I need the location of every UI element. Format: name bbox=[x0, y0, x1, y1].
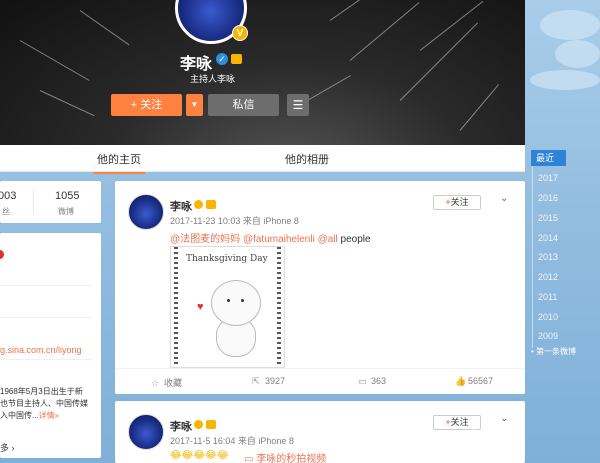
post-text-tail: people bbox=[340, 234, 371, 245]
cloud bbox=[540, 10, 600, 40]
bun-head bbox=[211, 280, 261, 326]
post-text: @法图麦的妈妈 @fatumaihelenli @all people bbox=[170, 230, 371, 245]
bun-eye bbox=[241, 299, 244, 302]
watermark: 新闻 bbox=[466, 426, 525, 457]
verified-icon bbox=[194, 200, 203, 209]
post-author[interactable]: 李咏 bbox=[170, 418, 192, 434]
follow-button[interactable]: + 关注 bbox=[111, 94, 182, 116]
divider bbox=[0, 317, 92, 318]
image-border bbox=[174, 247, 178, 367]
profile-description: 主持人李咏 bbox=[190, 74, 236, 84]
collect-button[interactable]: ☆ 收藏 bbox=[151, 376, 182, 389]
info-more-link[interactable]: 多 › bbox=[0, 441, 15, 454]
timeline-year[interactable]: 2013 bbox=[538, 252, 558, 262]
bun-eye bbox=[227, 299, 230, 302]
profile-cover: V 李咏 ✓ 主持人李咏 + 关注 ▼ 私信 ☰ bbox=[0, 0, 525, 145]
timeline-year[interactable]: 2016 bbox=[538, 193, 558, 203]
stat-divider bbox=[33, 190, 34, 214]
stat-posts-label: 微博 bbox=[58, 207, 74, 216]
stat-followers-label: 丝 bbox=[2, 207, 10, 216]
chevron-down-icon[interactable]: ⌄ bbox=[500, 193, 508, 204]
image-caption: Thanksgiving Day bbox=[186, 254, 268, 264]
post-emoji: 😂😂😂😂😂 bbox=[170, 450, 229, 461]
comment-icon: ▭ bbox=[358, 376, 367, 386]
follow-dropdown-button[interactable]: ▼ bbox=[186, 94, 203, 116]
video-link[interactable]: ▭ 李咏的秒拍视频 bbox=[244, 450, 326, 463]
post-author[interactable]: 李咏 bbox=[170, 198, 192, 214]
profile-name: 李咏 bbox=[180, 56, 213, 73]
comment-button[interactable]: ▭ 363 bbox=[358, 376, 386, 387]
mention-link[interactable]: @all bbox=[318, 234, 338, 245]
timeline-current[interactable]: 最近 bbox=[531, 150, 566, 166]
stat-followers-count[interactable]: 003 bbox=[0, 190, 16, 202]
profile-avatar[interactable]: V bbox=[175, 0, 248, 44]
verified-icon bbox=[194, 420, 203, 429]
heart-icon: ♥ bbox=[197, 301, 204, 313]
location-dot-icon bbox=[0, 250, 4, 259]
member-crown-icon bbox=[206, 420, 216, 429]
forward-count: 3927 bbox=[265, 376, 286, 386]
profile-tab-bar: 他的主页 他的相册 bbox=[0, 145, 525, 174]
bio-more-link[interactable]: 详情» bbox=[39, 411, 59, 420]
forward-button[interactable]: ⇱ 3927 bbox=[252, 376, 285, 387]
post-meta[interactable]: 2017-11-23 10:03 来自 iPhone 8 bbox=[170, 214, 299, 227]
star-icon: ☆ bbox=[151, 378, 160, 388]
more-menu-icon[interactable]: ☰ bbox=[287, 94, 309, 116]
like-button[interactable]: 👍 56567 bbox=[455, 376, 493, 387]
blog-link[interactable]: g.sina.com.cn/liyong bbox=[0, 345, 82, 355]
timeline-year[interactable]: 2015 bbox=[538, 213, 558, 223]
tab-album[interactable]: 他的相册 bbox=[285, 151, 329, 167]
post-card: 李咏 2017-11-23 10:03 来自 iPhone 8 +关注 ⌄ @法… bbox=[115, 181, 525, 394]
collect-label: 收藏 bbox=[164, 378, 183, 388]
image-border bbox=[277, 247, 281, 367]
comment-count: 363 bbox=[371, 376, 387, 386]
divider bbox=[0, 285, 92, 286]
cloud bbox=[530, 70, 600, 90]
like-count: 56567 bbox=[468, 376, 494, 386]
author-avatar[interactable] bbox=[128, 414, 164, 450]
member-crown-icon bbox=[206, 200, 216, 209]
post-follow-button[interactable]: +关注 bbox=[433, 195, 481, 210]
verified-blue-icon: ✓ bbox=[216, 53, 228, 65]
author-avatar[interactable] bbox=[128, 194, 164, 230]
mention-link[interactable]: @fatumaihelenli bbox=[243, 234, 315, 245]
timeline-year[interactable]: 2011 bbox=[538, 292, 557, 302]
bio-line: 入中国传... bbox=[0, 411, 39, 420]
post-follow-label: 关注 bbox=[450, 197, 469, 207]
verified-badge-icon: V bbox=[232, 25, 248, 41]
stat-posts-count[interactable]: 1055 bbox=[55, 190, 79, 202]
stats-card: 003 丝 1055 微博 bbox=[0, 181, 101, 223]
bio-line: 也节目主持人、中国传媒 bbox=[0, 399, 88, 408]
divider bbox=[0, 359, 92, 360]
member-crown-icon bbox=[231, 54, 242, 64]
timeline-line bbox=[532, 166, 533, 348]
message-button[interactable]: 私信 bbox=[208, 94, 279, 116]
post-meta[interactable]: 2017-11-5 16:04 来自 iPhone 8 bbox=[170, 434, 294, 447]
timeline-year[interactable]: 2009 bbox=[538, 331, 558, 341]
post-actions: ☆ 收藏 ⇱ 3927 ▭ 363 👍 56567 bbox=[115, 368, 525, 394]
thumbs-up-icon: 👍 bbox=[455, 376, 467, 386]
forward-icon: ⇱ bbox=[252, 376, 260, 386]
tab-home[interactable]: 他的主页 bbox=[93, 151, 145, 174]
profile-bio: 1968年5月3日出生于新 也节目主持人、中国传媒 入中国传...详情» bbox=[0, 386, 94, 422]
bio-line: 1968年5月3日出生于新 bbox=[0, 387, 83, 396]
mention-link[interactable]: @法图麦的妈妈 bbox=[170, 234, 240, 245]
post-image[interactable]: Thanksgiving Day ♥ bbox=[170, 246, 285, 368]
timeline-year[interactable]: 2010 bbox=[538, 312, 558, 322]
post-card: 李咏 2017-11-5 16:04 来自 iPhone 8 +关注 ⌄ 😂😂😂… bbox=[115, 401, 525, 463]
timeline-year[interactable]: 2017 bbox=[538, 173, 558, 183]
cloud bbox=[555, 40, 600, 68]
timeline-first-post[interactable]: • 第一条微博 bbox=[531, 346, 576, 357]
timeline-year[interactable]: 2012 bbox=[538, 272, 558, 282]
timeline-year[interactable]: 2014 bbox=[538, 233, 558, 243]
